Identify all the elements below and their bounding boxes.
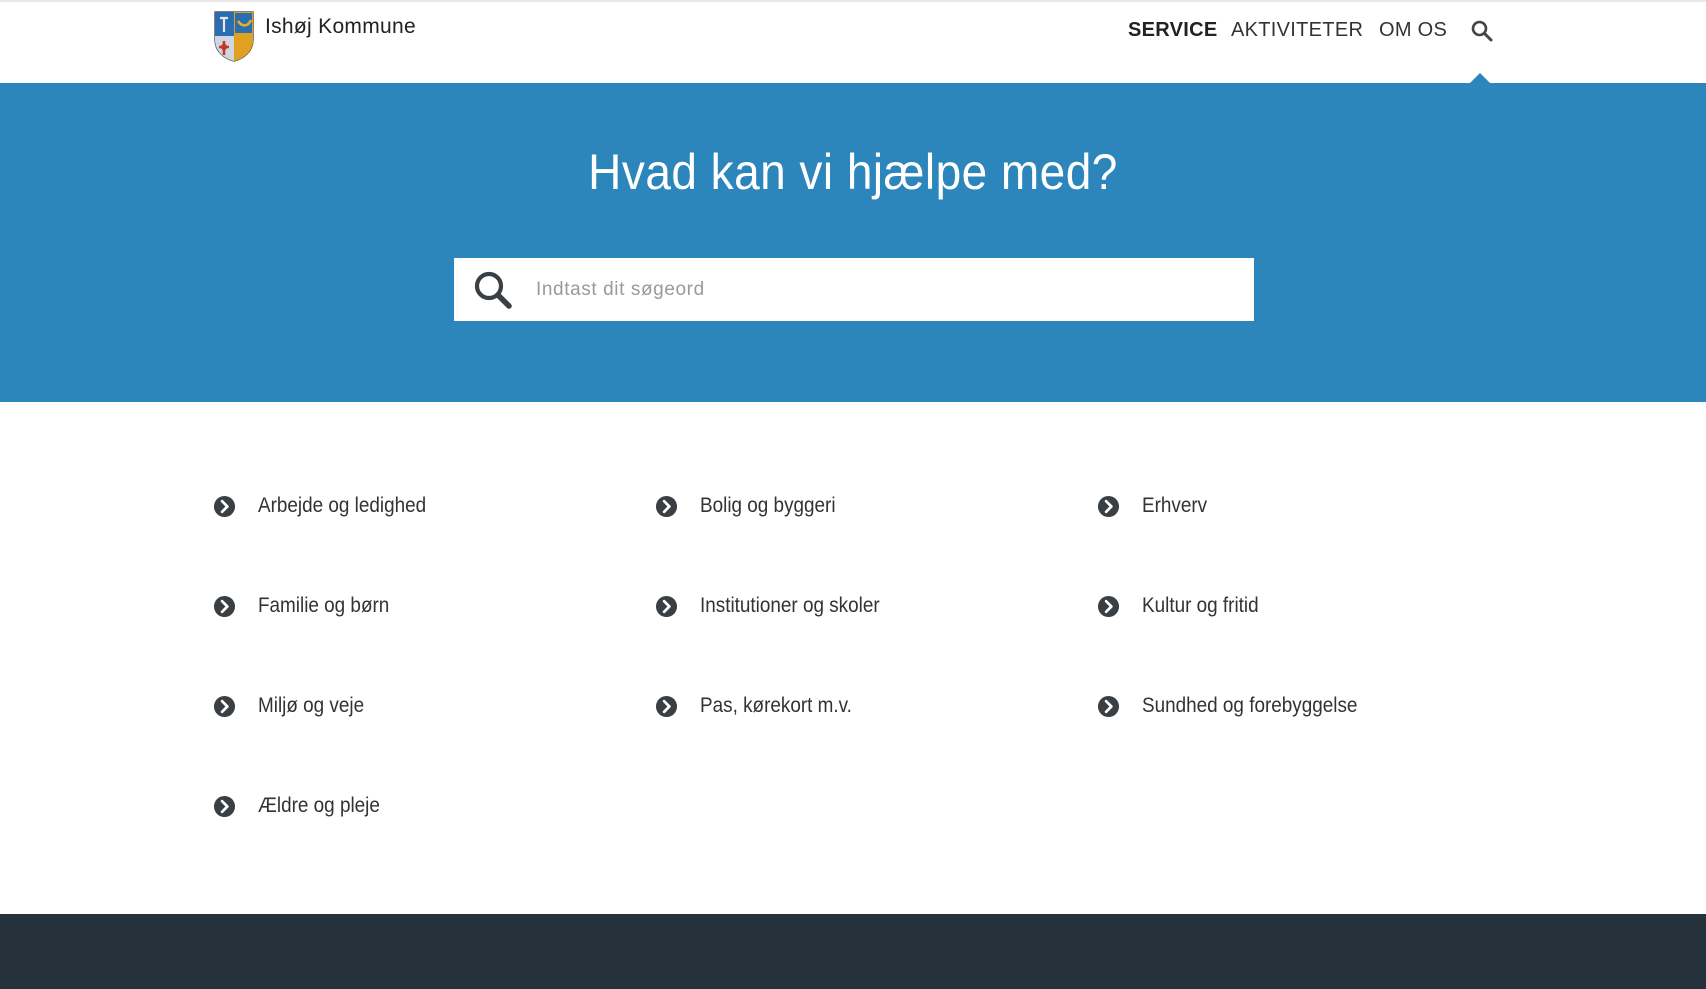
category-aeldre-og-pleje[interactable]: Ældre og pleje [213,791,393,821]
search-icon[interactable] [1470,19,1494,43]
category-label: Bolig og byggeri [700,494,836,517]
category-miljoe-og-veje[interactable]: Miljø og veje [213,691,376,721]
search-icon[interactable] [472,269,514,311]
category-pas-koerekort[interactable]: Pas, kørekort m.v. [655,691,869,721]
chevron-circle-right-icon [655,695,678,717]
category-label: Pas, kørekort m.v. [700,694,852,717]
site-footer [0,914,1706,989]
nav-om-os[interactable]: OM OS [1379,19,1447,42]
category-sundhed-og-forebyggelse[interactable]: Sundhed og forebyggelse [1097,691,1381,721]
search-input[interactable] [534,268,1254,311]
category-label: Sundhed og forebyggelse [1142,694,1358,717]
chevron-circle-right-icon [213,495,236,517]
service-categories: Arbejde og ledighed Bolig og byggeri Erh… [213,402,1513,914]
category-label: Institutioner og skoler [700,594,880,617]
category-label: Miljø og veje [258,694,365,717]
category-institutioner-og-skoler[interactable]: Institutioner og skoler [655,591,900,621]
category-kultur-og-fritid[interactable]: Kultur og fritid [1097,591,1272,621]
chevron-circle-right-icon [213,795,236,817]
category-label: Familie og børn [258,594,390,617]
chevron-circle-right-icon [1097,695,1120,717]
nav-aktiviteter[interactable]: AKTIVITETER [1231,19,1363,42]
hero-title: Hvad kan vi hjælpe med? [588,144,1118,200]
search-box [454,258,1254,321]
hero-search-section: Hvad kan vi hjælpe med? [0,83,1706,402]
category-label: Kultur og fritid [1142,594,1259,617]
category-label: Erhverv [1142,494,1208,517]
chevron-circle-right-icon [1097,495,1120,517]
site-header: Ishøj Kommune SERVICE AKTIVITETER OM OS [0,0,1706,85]
category-arbejde-og-ledighed[interactable]: Arbejde og ledighed [213,491,445,521]
chevron-circle-right-icon [213,595,236,617]
chevron-circle-right-icon [655,595,678,617]
chevron-circle-right-icon [655,495,678,517]
category-erhverv[interactable]: Erhverv [1097,491,1214,521]
nav-service[interactable]: SERVICE [1128,19,1218,42]
chevron-circle-right-icon [1097,595,1120,617]
category-familie-og-boern[interactable]: Familie og børn [213,591,404,621]
chevron-circle-right-icon [213,695,236,717]
category-label: Ældre og pleje [258,794,380,817]
main-navigation: SERVICE AKTIVITETER OM OS [0,19,1706,49]
category-label: Arbejde og ledighed [258,494,427,517]
category-bolig-og-byggeri[interactable]: Bolig og byggeri [655,491,851,521]
